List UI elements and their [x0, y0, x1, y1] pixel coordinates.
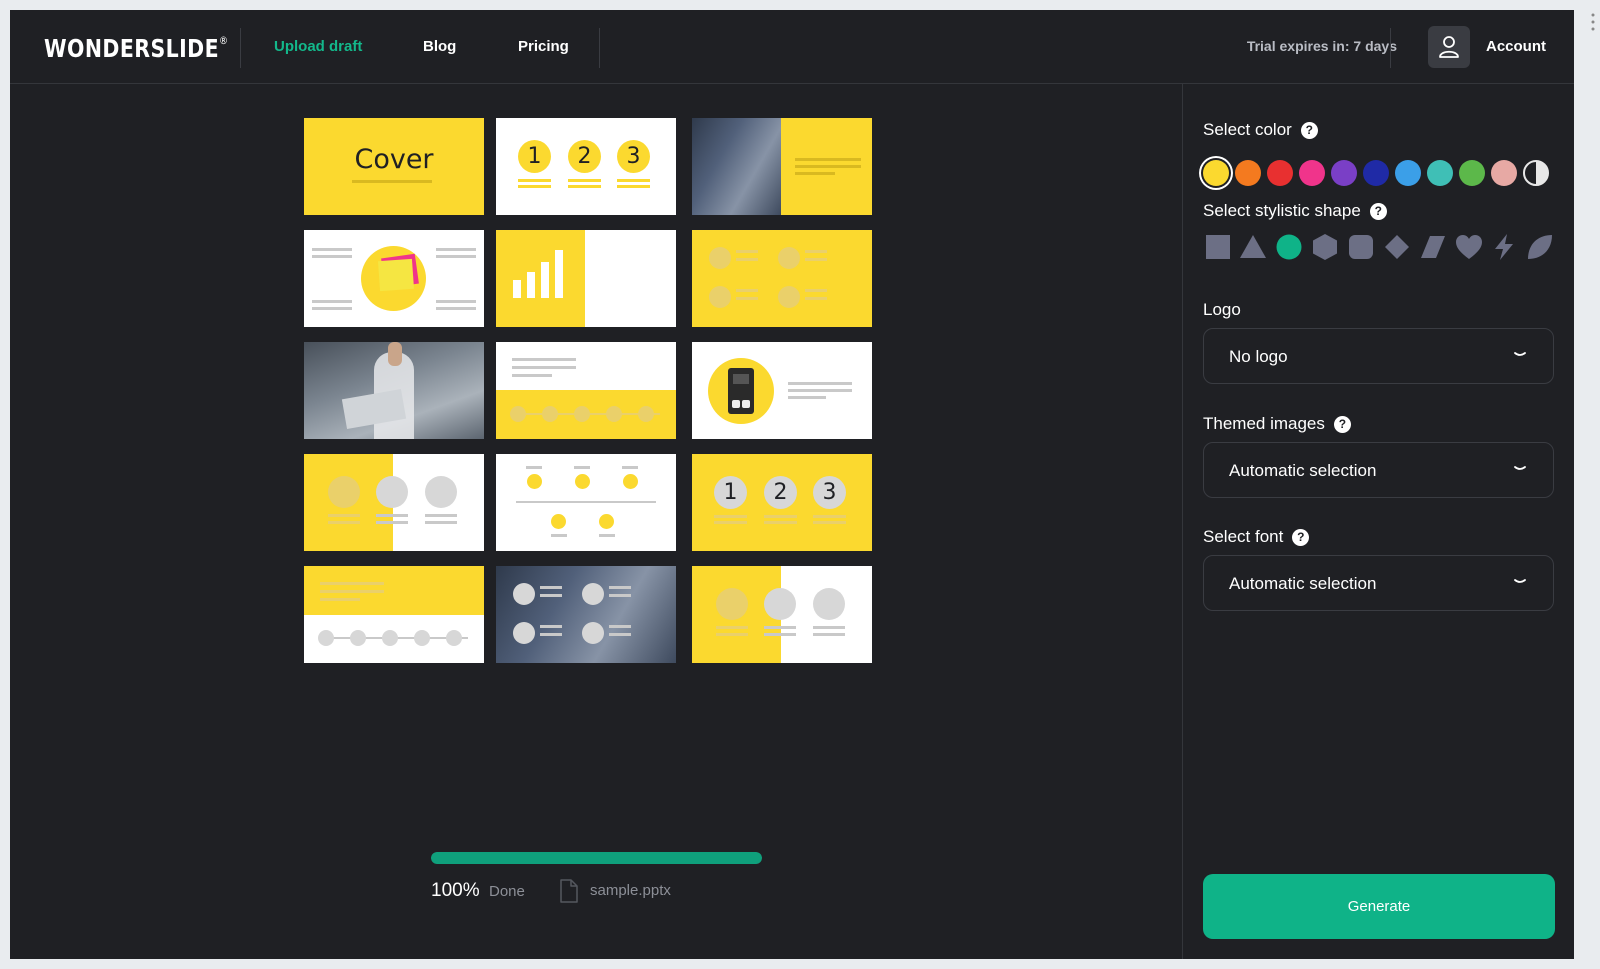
user-icon — [1439, 36, 1459, 58]
leaf-shape-icon[interactable] — [1525, 232, 1555, 262]
rounded-square-shape-icon[interactable] — [1346, 232, 1376, 262]
cover-title: Cover — [354, 144, 434, 175]
nav-divider — [599, 28, 600, 68]
font-dropdown-value: Automatic selection — [1229, 574, 1377, 593]
square-shape-icon[interactable] — [1203, 232, 1233, 262]
slide-photo — [692, 118, 781, 215]
slide-thumbnail-four-points[interactable] — [692, 230, 872, 327]
chevron-down-icon — [1514, 352, 1526, 356]
select-color-label: Select color ? — [1203, 120, 1318, 140]
contrast-swatch[interactable] — [1523, 160, 1549, 186]
number-badge: 1 — [714, 476, 747, 509]
hexagon-shape-icon[interactable] — [1310, 232, 1340, 262]
nav-divider — [240, 28, 241, 68]
logo-dropdown-value: No logo — [1229, 347, 1288, 366]
slide-thumbnail-numbered-circles[interactable]: 1 2 3 — [692, 454, 872, 551]
color-swatch[interactable] — [1427, 160, 1453, 186]
color-swatch[interactable] — [1299, 160, 1325, 186]
user-avatar-button[interactable] — [1428, 26, 1470, 68]
uploaded-file-name[interactable]: sample.pptx — [590, 882, 671, 899]
generate-button[interactable]: Generate — [1203, 874, 1555, 939]
help-icon[interactable]: ? — [1300, 121, 1318, 139]
number-badge: 1 — [518, 140, 551, 173]
slide-thumbnail-product[interactable] — [692, 342, 872, 439]
slide-thumbnail-process-steps[interactable] — [304, 566, 484, 663]
trial-expiry-text: Trial expires in: 7 days — [1246, 38, 1397, 54]
themed-images-label: Themed images ? — [1203, 414, 1351, 434]
coffee-machine-image — [708, 358, 774, 424]
color-swatch[interactable] — [1203, 160, 1229, 186]
slide-thumbnail-photo-points[interactable] — [496, 566, 676, 663]
account-link[interactable]: Account — [1486, 38, 1546, 55]
slide-thumbnail-branch-timeline[interactable] — [496, 454, 676, 551]
settings-panel: Select color ? Select stylistic shape ? … — [1182, 84, 1574, 959]
logo-label: Logo — [1203, 300, 1241, 319]
slide-thumbnail-numbers[interactable]: 1 2 3 — [496, 118, 676, 215]
circle-shape-icon[interactable] — [1274, 232, 1304, 262]
color-swatch[interactable] — [1459, 160, 1485, 186]
slide-thumbnail-three-circles[interactable] — [304, 454, 484, 551]
slide-thumbnail-photo-text[interactable] — [692, 118, 872, 215]
progress-percent: 100% — [431, 880, 480, 901]
lightning-shape-icon[interactable] — [1489, 232, 1519, 262]
account-divider — [1390, 28, 1391, 68]
cover-subtitle-line — [352, 180, 432, 183]
slide-thumbnail-full-photo[interactable] — [304, 342, 484, 439]
number-badge: 2 — [568, 140, 601, 173]
select-shape-label: Select stylistic shape ? — [1203, 201, 1387, 221]
parallelogram-shape-icon[interactable] — [1418, 232, 1448, 262]
wonderslide-logo[interactable]: WONDERSLIDE® — [44, 34, 228, 63]
slide-thumbnail-timeline[interactable] — [496, 342, 676, 439]
color-swatch[interactable] — [1267, 160, 1293, 186]
help-icon[interactable]: ? — [1369, 202, 1387, 220]
nav-upload-draft[interactable]: Upload draft — [274, 38, 362, 55]
color-swatch[interactable] — [1395, 160, 1421, 186]
number-badge: 2 — [764, 476, 797, 509]
sticky-notes-image — [361, 246, 426, 311]
color-swatch[interactable] — [1331, 160, 1357, 186]
themed-images-dropdown-value: Automatic selection — [1229, 461, 1377, 480]
window-scroll-handle[interactable] — [1591, 12, 1595, 32]
slide-thumbnail-center-image[interactable] — [304, 230, 484, 327]
file-icon — [560, 879, 578, 903]
slide-thumbnail-three-circles-alt[interactable] — [692, 566, 872, 663]
upload-progress-fill — [431, 852, 762, 864]
triangle-shape-icon[interactable] — [1238, 232, 1268, 262]
heart-shape-icon[interactable] — [1454, 232, 1484, 262]
number-badge: 3 — [813, 476, 846, 509]
help-icon[interactable]: ? — [1292, 528, 1310, 546]
color-swatch[interactable] — [1235, 160, 1261, 186]
number-badge: 3 — [617, 140, 650, 173]
upload-progress-bar — [431, 852, 762, 864]
help-icon[interactable]: ? — [1333, 415, 1351, 433]
logo-dropdown[interactable]: No logo — [1203, 328, 1554, 384]
diamond-shape-icon[interactable] — [1382, 232, 1412, 262]
color-swatch[interactable] — [1491, 160, 1517, 186]
color-swatch[interactable] — [1363, 160, 1389, 186]
slide-thumbnail-bar-chart[interactable] — [496, 230, 676, 327]
font-dropdown[interactable]: Automatic selection — [1203, 555, 1554, 611]
select-font-label: Select font ? — [1203, 527, 1310, 547]
nav-blog[interactable]: Blog — [423, 38, 456, 55]
chevron-down-icon — [1514, 466, 1526, 470]
chevron-down-icon — [1514, 579, 1526, 583]
app-window: WONDERSLIDE® Upload draft Blog Pricing T… — [10, 10, 1574, 959]
top-navigation-bar: WONDERSLIDE® Upload draft Blog Pricing T… — [10, 10, 1574, 84]
themed-images-dropdown[interactable]: Automatic selection — [1203, 442, 1554, 498]
progress-status: Done — [489, 883, 525, 900]
slide-thumbnail-cover[interactable]: Cover — [304, 118, 484, 215]
nav-pricing[interactable]: Pricing — [518, 38, 569, 55]
